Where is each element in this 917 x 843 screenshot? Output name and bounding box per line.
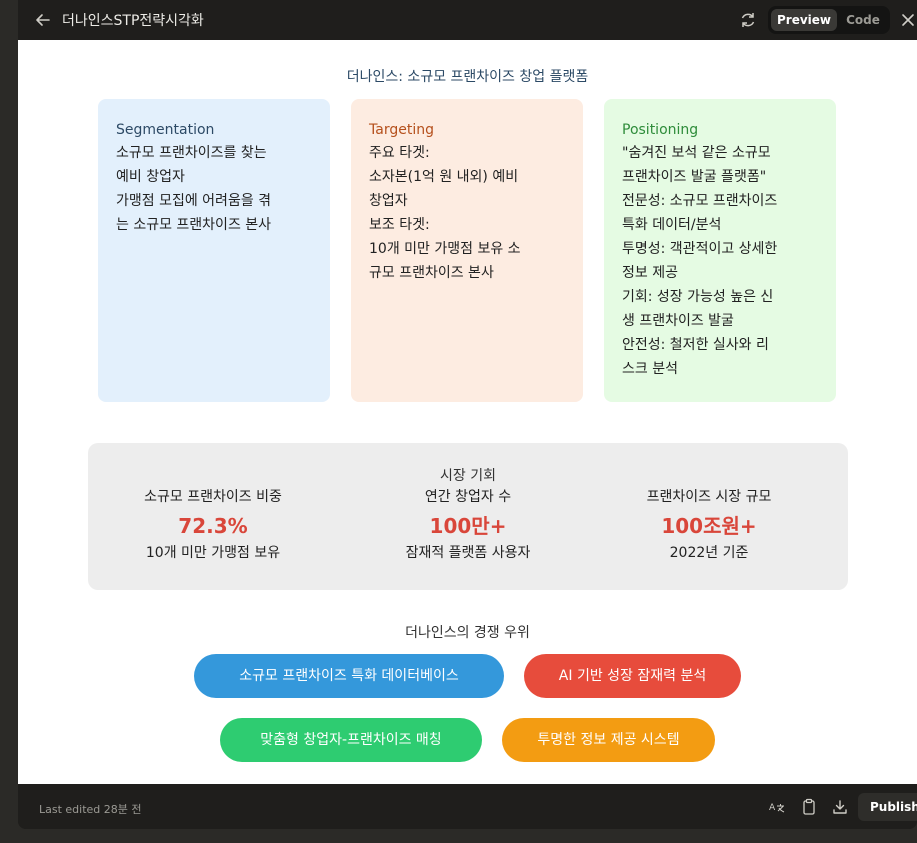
targeting-line: 창업자 xyxy=(369,193,408,209)
stat-value: 100조원+ xyxy=(661,514,757,538)
advantage-pill: 투명한 정보 제공 시스템 xyxy=(502,718,715,762)
positioning-title: Positioning xyxy=(622,122,699,138)
refresh-icon[interactable] xyxy=(737,9,759,31)
publish-button[interactable]: Publish xyxy=(858,793,917,821)
positioning-line: 투명성: 객관적이고 상세한 xyxy=(622,241,778,257)
artifact-title: 더나인스STP전략시각화 xyxy=(62,13,204,29)
stat-label: 프랜차이즈 시장 규모 xyxy=(646,489,772,505)
segmentation-line: 소규모 프랜차이즈를 찾는 xyxy=(116,145,267,161)
last-edited-text: Last edited 28분 전 xyxy=(39,803,142,816)
stat-note: 잠재적 플랫폼 사용자 xyxy=(405,545,531,561)
segmentation-line: 는 소규모 프랜차이즈 본사 xyxy=(116,217,272,233)
preview-code-toggle: Preview Code xyxy=(768,6,890,34)
advantage-pill: AI 기반 성장 잠재력 분석 xyxy=(524,654,741,698)
svg-text:A: A xyxy=(769,803,776,813)
positioning-line: "숨겨진 보석 같은 소규모 xyxy=(622,145,771,161)
segmentation-line: 예비 창업자 xyxy=(116,169,185,185)
segmentation-card: Segmentation 소규모 프랜차이즈를 찾는 예비 창업자 가맹점 모집… xyxy=(98,99,330,402)
segmentation-line: 가맹점 모집에 어려움을 겪 xyxy=(116,193,272,209)
stat-market-size: 프랜차이즈 시장 규모 100조원+ 2022년 기준 xyxy=(594,487,824,563)
targeting-line: 주요 타겟: xyxy=(369,145,430,161)
page-heading: 더나인스: 소규모 프랜차이즈 창업 플랫폼 xyxy=(346,69,589,85)
stat-label: 소규모 프랜차이즈 비중 xyxy=(144,489,282,505)
artifact-window: 더나인스STP전략시각화 Preview Code 더나인스: 소규모 프랜차이… xyxy=(18,0,917,829)
targeting-title: Targeting xyxy=(369,122,434,138)
positioning-line: 특화 데이터/분석 xyxy=(622,217,722,233)
copy-icon[interactable] xyxy=(800,798,818,816)
preview-tab[interactable]: Preview xyxy=(771,9,837,31)
stat-note: 10개 미만 가맹점 보유 xyxy=(145,545,281,561)
market-title: 시장 기회 xyxy=(440,468,496,484)
stat-value: 100만+ xyxy=(429,514,507,538)
positioning-line: 정보 제공 xyxy=(622,265,678,281)
positioning-card: Positioning "숨겨진 보석 같은 소규모 프랜차이즈 발굴 플랫폼"… xyxy=(604,99,836,402)
download-icon[interactable] xyxy=(831,798,849,816)
targeting-line: 소자본(1억 원 내외) 예비 xyxy=(369,169,519,185)
stat-note: 2022년 기준 xyxy=(669,545,749,561)
targeting-line: 보조 타겟: xyxy=(369,217,430,233)
close-icon[interactable] xyxy=(898,10,917,30)
advantage-pill: 맞춤형 창업자-프랜차이즈 매칭 xyxy=(220,718,482,762)
advantages-title: 더나인스의 경쟁 우위 xyxy=(405,625,530,641)
positioning-line: 스크 분석 xyxy=(622,361,678,377)
positioning-line: 전문성: 소규모 프랜차이즈 xyxy=(622,193,778,209)
artifact-preview: 더나인스: 소규모 프랜차이즈 창업 플랫폼 Segmentation 소규모 … xyxy=(18,40,917,784)
targeting-line: 규모 프랜차이즈 본사 xyxy=(369,265,494,281)
advantage-pill: 소규모 프랜차이즈 특화 데이터베이스 xyxy=(194,654,504,698)
stat-small-franchise-share: 소규모 프랜차이즈 비중 72.3% 10개 미만 가맹점 보유 xyxy=(98,487,328,563)
code-tab[interactable]: Code xyxy=(840,9,886,31)
positioning-line: 프랜차이즈 발굴 플랫폼" xyxy=(622,169,767,185)
positioning-line: 생 프랜차이즈 발굴 xyxy=(622,313,734,329)
translate-icon[interactable]: A xyxy=(768,798,786,816)
market-opportunity-panel: 시장 기회 소규모 프랜차이즈 비중 72.3% 10개 미만 가맹점 보유 연… xyxy=(88,443,848,590)
stat-label: 연간 창업자 수 xyxy=(424,489,512,505)
top-bar: 더나인스STP전략시각화 Preview Code xyxy=(18,0,917,40)
positioning-line: 기회: 성장 가능성 높은 신 xyxy=(622,289,774,305)
bottom-bar: Last edited 28분 전 A Publish xyxy=(18,784,917,829)
stat-annual-founders: 연간 창업자 수 100만+ 잠재적 플랫폼 사용자 xyxy=(353,487,583,563)
positioning-line: 안전성: 철저한 실사와 리 xyxy=(622,337,769,353)
stat-value: 72.3% xyxy=(178,514,248,538)
back-arrow-icon[interactable] xyxy=(32,9,54,31)
targeting-card: Targeting 주요 타겟: 소자본(1억 원 내외) 예비 창업자 보조 … xyxy=(351,99,583,402)
targeting-line: 10개 미만 가맹점 보유 소 xyxy=(369,241,521,257)
segmentation-title: Segmentation xyxy=(116,122,215,138)
